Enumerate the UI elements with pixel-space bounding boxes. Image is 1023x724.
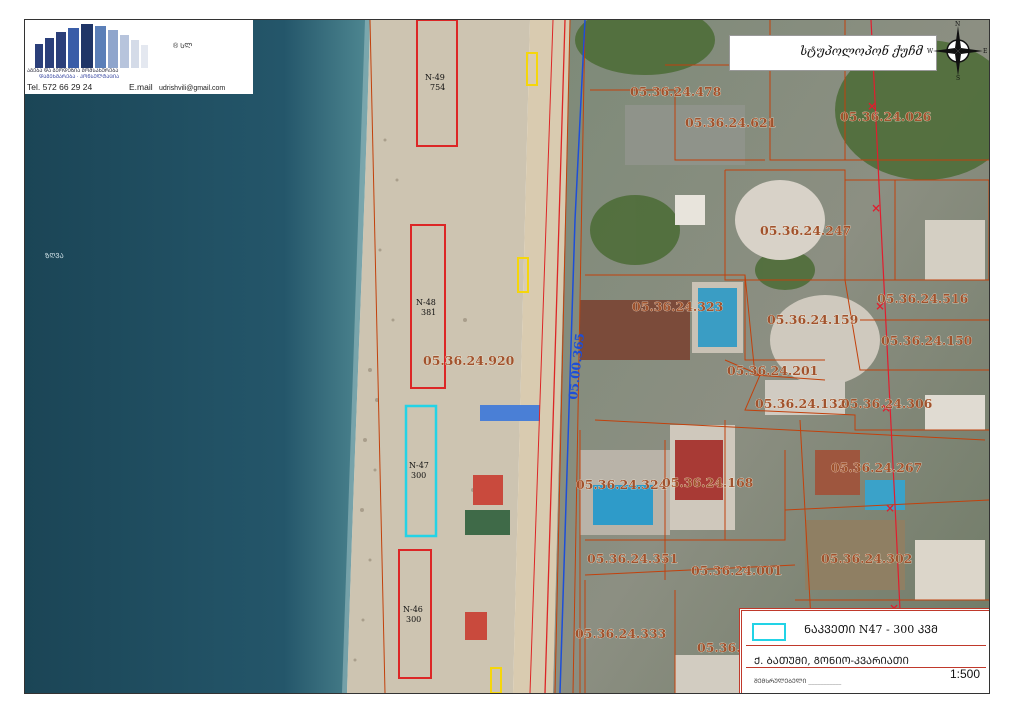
sea-area — [25, 20, 370, 693]
water-label: ᲖᲦᲕᲐ — [45, 252, 64, 260]
parcel-label[interactable]: 05.36.24.351 — [587, 551, 679, 567]
plot-code: N-49 — [425, 73, 445, 82]
plot-area: 381 — [421, 308, 436, 317]
company-logo — [35, 24, 148, 68]
parking-lot — [625, 105, 745, 165]
plot-area: 300 — [406, 615, 421, 624]
plot-code: N-47 — [409, 461, 429, 470]
parcel-label[interactable]: 05.36.24.132 — [755, 396, 847, 412]
legend-address: Ქ. ᲑᲐᲗᲣᲛᲘ, ᲒᲝᲜᲘᲝ-ᲙᲕᲐᲠᲘᲐᲗᲘ — [754, 656, 909, 667]
compass-icon: N S W E — [927, 21, 987, 80]
email-address[interactable]: udrishvili@gmail.com — [159, 85, 225, 92]
parcel-label[interactable]: 05.36.24.302 — [821, 551, 913, 567]
compass-s: S — [956, 75, 960, 80]
plot-code: N-46 — [403, 605, 423, 614]
map-frame: × × × × × × 05.00.365 N-49 754 N-48 381 — [24, 19, 990, 694]
compass-n: N — [955, 21, 960, 28]
parcel-label[interactable]: 05.36.24.159 — [767, 312, 859, 328]
svg-text:×: × — [885, 501, 895, 515]
legend-box: ᲜᲐᲙᲕᲔᲗᲘ N47 - 300 ᲙᲕᲛ Ქ. ᲑᲐᲗᲣᲛᲘ, ᲒᲝᲜᲘᲝ-Კ… — [739, 608, 989, 693]
logo-mark: ® ᲡᲚ — [173, 43, 193, 50]
parcel-label[interactable]: 05.36.24.920 — [423, 353, 515, 369]
parcel-label[interactable]: 05.36.24.324 — [576, 477, 668, 493]
street-name-signature: სტუპოლოპონ ქუჩმ — [800, 44, 923, 58]
legend-title: ᲜᲐᲙᲕᲔᲗᲘ N47 - 300 ᲙᲕᲛ — [804, 623, 938, 636]
parcel-label[interactable]: 05.36.24.026 — [840, 109, 932, 125]
street-name-box: სტუპოლოპონ ქუჩმ — [729, 35, 937, 71]
email-label: E.mail — [129, 82, 153, 92]
parcel-label[interactable]: 05.36.24.516 — [877, 291, 969, 307]
parcel-label[interactable]: 05.36.24.150 — [881, 333, 973, 349]
parcel-label[interactable]: 05.36.24.001 — [691, 563, 783, 579]
company-logo-box: ® ᲡᲚ ᲐᲒᲔᲑᲐ ᲓᲐ ᲒᲔᲝᲓᲔᲖᲘᲐ ᲛᲝᲛᲡᲐᲮᲣᲠᲔᲑᲐ ᲓᲐᲛᲔᲮ… — [25, 20, 253, 94]
legend-divider — [746, 645, 986, 646]
map-scale: 1:500 — [949, 667, 980, 681]
compass-w: W — [927, 48, 934, 55]
parcel-label[interactable]: 05.36.24.201 — [727, 363, 819, 379]
legend-swatch — [752, 623, 786, 641]
parcel-label[interactable]: 05.36.24.168 — [662, 475, 754, 491]
legend-note: ᲨᲔᲛᲡᲠᲣᲚᲔᲑᲔᲚᲘ ___________ — [754, 678, 842, 685]
parcel-label[interactable]: 05.36.24.621 — [685, 115, 777, 131]
phone-text: Tel. 572 66 29 24 — [27, 82, 93, 92]
plot-code: N-48 — [416, 298, 436, 307]
svg-text:×: × — [871, 201, 881, 215]
parcel-label[interactable]: 05.36.24.478 — [630, 84, 722, 100]
map-canvas[interactable]: × × × × × × 05.00.365 N-49 754 N-48 381 — [25, 20, 989, 693]
parcel-label[interactable]: 05.36.24.333 — [575, 626, 667, 642]
parcel-label[interactable]: 05.36.24.323 — [632, 299, 724, 315]
compass-e: E — [983, 48, 987, 55]
email-text: E.mail udrishvili@gmail.com — [129, 82, 225, 92]
parcel-label[interactable]: 05.36.24.306 — [841, 396, 933, 412]
plot-area: 754 — [430, 83, 445, 92]
parcel-label[interactable]: 05.36.24.267 — [831, 460, 923, 476]
parcel-label[interactable]: 05.36.24.247 — [760, 223, 852, 239]
plot-area: 300 — [411, 471, 426, 480]
company-services: ᲓᲐᲛᲔᲮᲛᲐᲠᲔᲑᲐ · ᲙᲝᲜᲡᲣᲚᲢᲐᲪᲘᲐ — [39, 74, 120, 80]
